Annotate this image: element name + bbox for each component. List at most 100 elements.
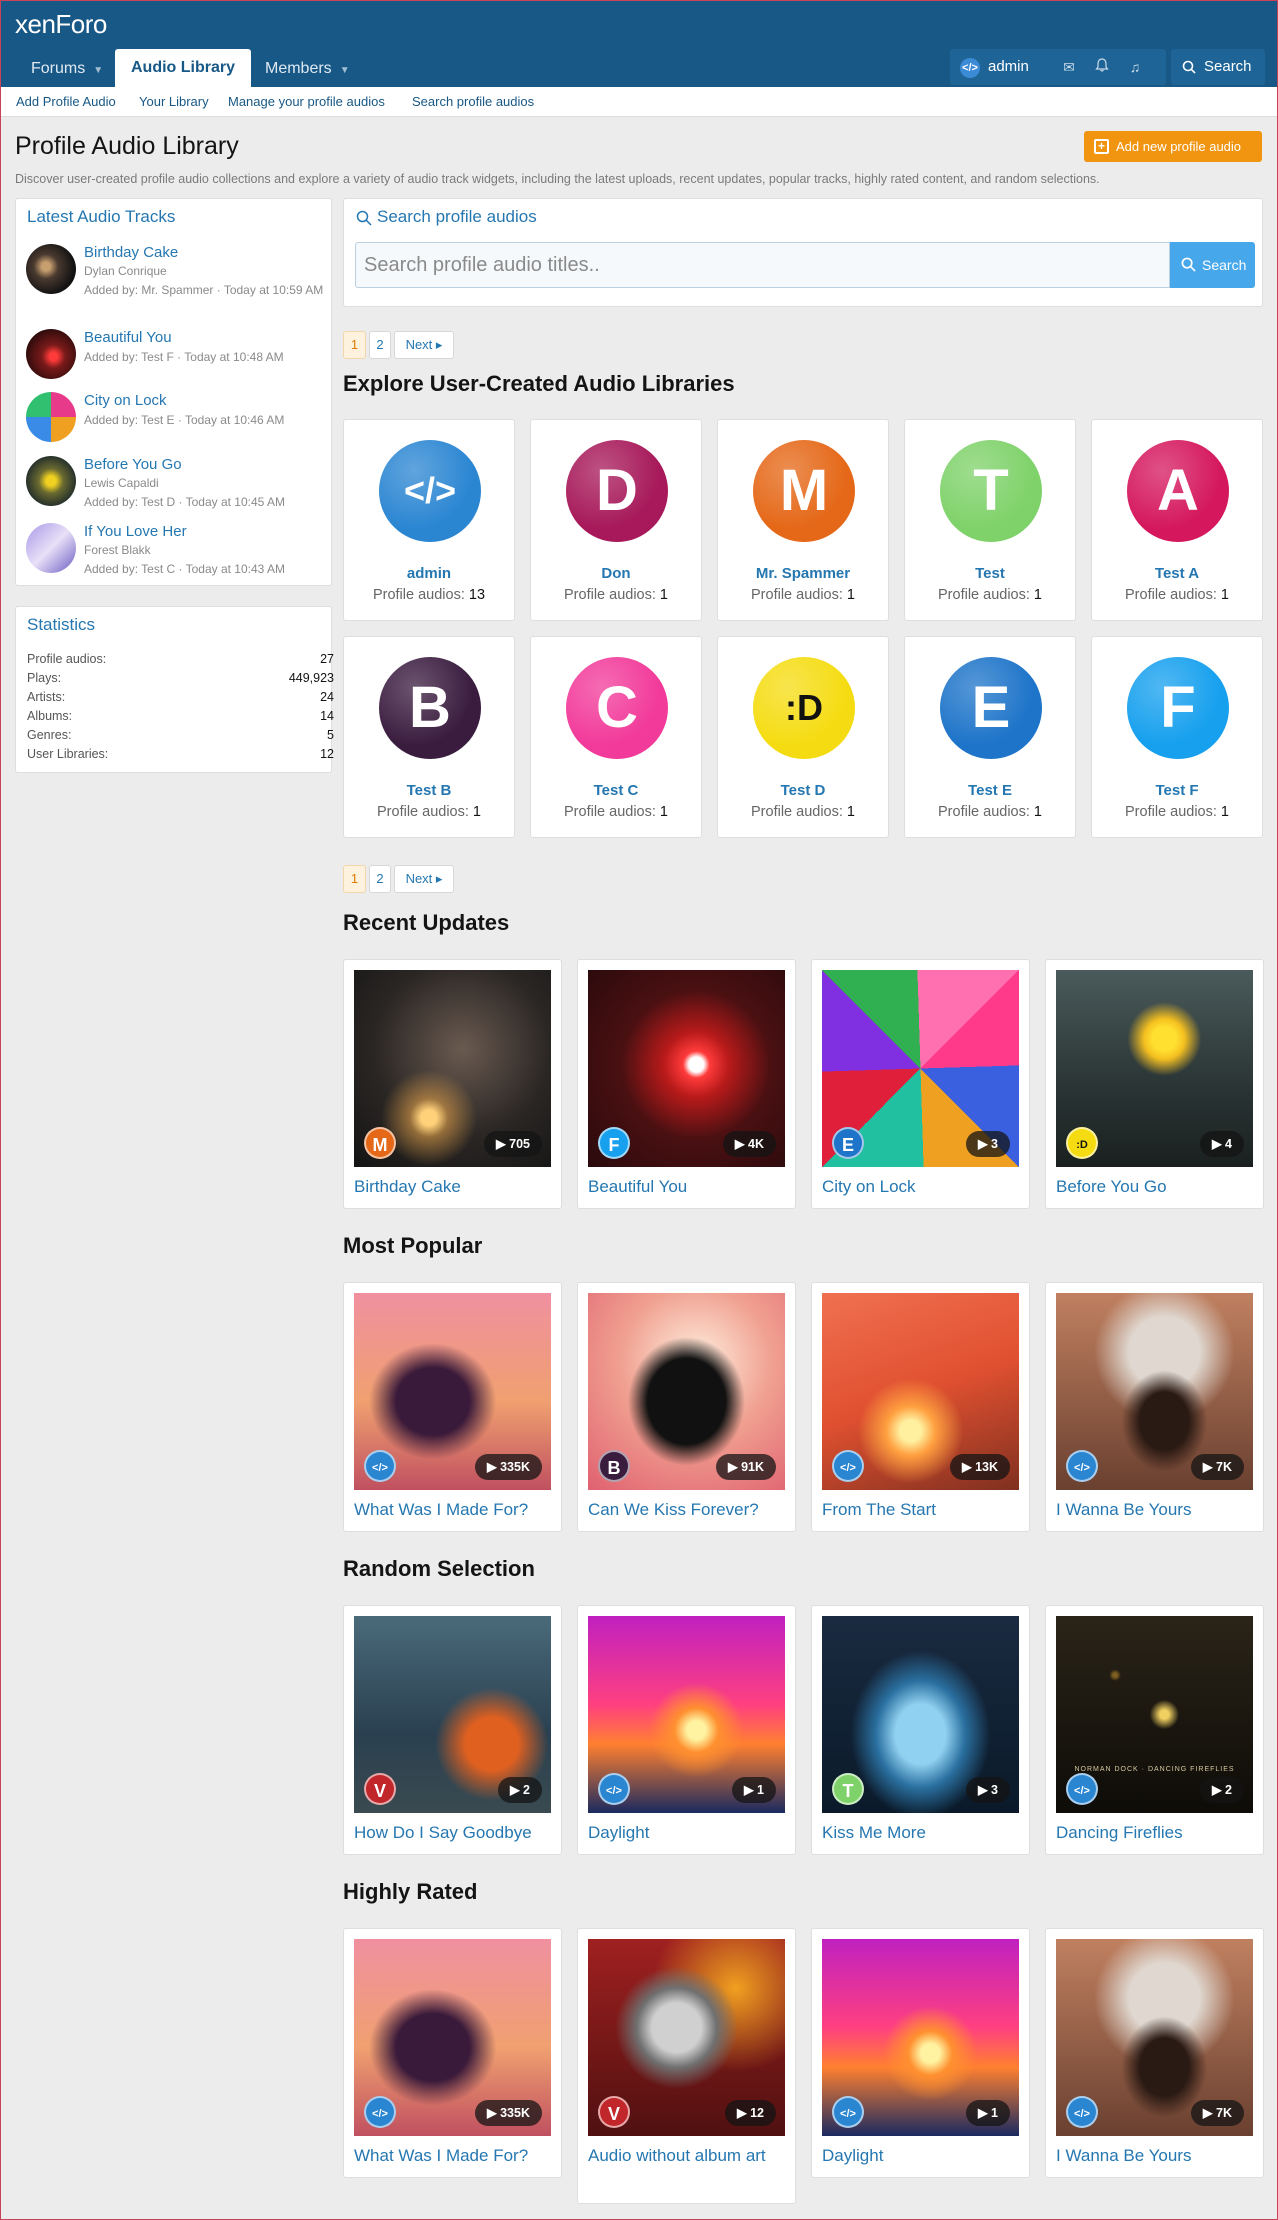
avatar[interactable]: F [1127, 657, 1229, 759]
audio-title[interactable]: From The Start [822, 1497, 1022, 1523]
audio-card[interactable]: B ▶ 91K Can We Kiss Forever? [577, 1282, 796, 1532]
audio-card[interactable]: F ▶ 4K Beautiful You [577, 959, 796, 1209]
audio-title[interactable]: Can We Kiss Forever? [588, 1497, 788, 1523]
audio-card[interactable]: </> ▶ 1 Daylight [811, 1928, 1030, 2178]
next-page-button[interactable]: Next ▸ [394, 865, 454, 893]
avatar[interactable]: A [1127, 440, 1229, 542]
uploader-avatar[interactable]: M [364, 1127, 396, 1159]
track-title[interactable]: Before You Go [84, 456, 182, 473]
audio-card[interactable]: </> ▶ 335K What Was I Made For? [343, 1282, 562, 1532]
audio-title[interactable]: How Do I Say Goodbye [354, 1820, 554, 1846]
subnav-your-library[interactable]: Your Library [139, 87, 209, 117]
page-2-button[interactable]: 2 [369, 865, 391, 893]
audio-title[interactable]: Audio without album art [588, 2143, 788, 2169]
audio-title[interactable]: Beautiful You [588, 1174, 788, 1200]
uploader-avatar[interactable]: </> [364, 2096, 396, 2128]
user-library-card[interactable]: C Test C Profile audios: 1 [530, 636, 702, 838]
audio-card[interactable]: M ▶ 705 Birthday Cake [343, 959, 562, 1209]
page-2-button[interactable]: 2 [369, 331, 391, 359]
album-art[interactable]: B ▶ 91K [588, 1293, 785, 1490]
track-thumbnail[interactable] [26, 523, 76, 573]
audio-card[interactable]: E ▶ 3 City on Lock [811, 959, 1030, 1209]
uploader-avatar[interactable]: </> [598, 1773, 630, 1805]
audio-title[interactable]: Kiss Me More [822, 1820, 1022, 1846]
chevron-down-icon[interactable]: ▼ [93, 65, 103, 76]
nav-tab-forums[interactable]: Forums ▼ [15, 51, 119, 87]
audio-title[interactable]: What Was I Made For? [354, 2143, 554, 2169]
track-thumbnail[interactable] [26, 329, 76, 379]
audio-card[interactable]: </> ▶ 7K I Wanna Be Yours [1045, 1928, 1264, 2178]
site-logo[interactable]: xenForo [15, 9, 107, 40]
user-name[interactable]: Test D [718, 782, 888, 799]
album-art[interactable]: NORMAN DOCK · DANCING FIREFLIES </> ▶ 2 [1056, 1616, 1253, 1813]
user-library-card[interactable]: B Test B Profile audios: 1 [343, 636, 515, 838]
audio-card[interactable]: </> ▶ 13K From The Start [811, 1282, 1030, 1532]
uploader-avatar[interactable]: T [832, 1773, 864, 1805]
user-name[interactable]: Test [905, 565, 1075, 582]
user-library-card[interactable]: E Test E Profile audios: 1 [904, 636, 1076, 838]
album-art[interactable]: </> ▶ 1 [822, 1939, 1019, 2136]
track-title[interactable]: Birthday Cake [84, 244, 178, 261]
subnav-manage-profile-audios[interactable]: Manage your profile audios [228, 87, 385, 117]
audio-title[interactable]: Daylight [822, 2143, 1022, 2169]
chevron-down-icon[interactable]: ▼ [340, 65, 350, 76]
uploader-avatar[interactable]: </> [364, 1450, 396, 1482]
avatar[interactable]: D [566, 440, 668, 542]
uploader-avatar[interactable]: </> [1066, 1773, 1098, 1805]
uploader-avatar[interactable]: </> [832, 1450, 864, 1482]
uploader-avatar[interactable]: V [364, 1773, 396, 1805]
add-profile-audio-button[interactable]: + Add new profile audio [1084, 131, 1262, 162]
audio-card[interactable]: T ▶ 3 Kiss Me More [811, 1605, 1030, 1855]
page-1-button[interactable]: 1 [343, 331, 366, 359]
next-page-button[interactable]: Next ▸ [394, 331, 454, 359]
track-title[interactable]: Beautiful You [84, 329, 172, 346]
user-library-card[interactable]: :D Test D Profile audios: 1 [717, 636, 889, 838]
track-thumbnail[interactable] [26, 244, 76, 294]
audio-card[interactable]: V ▶ 2 How Do I Say Goodbye [343, 1605, 562, 1855]
album-art[interactable]: E ▶ 3 [822, 970, 1019, 1167]
uploader-avatar[interactable]: B [598, 1450, 630, 1482]
uploader-avatar[interactable]: </> [1066, 1450, 1098, 1482]
album-art[interactable]: </> ▶ 13K [822, 1293, 1019, 1490]
album-art[interactable]: F ▶ 4K [588, 970, 785, 1167]
avatar[interactable]: T [940, 440, 1042, 542]
user-name[interactable]: Don [531, 565, 701, 582]
user-library-card[interactable]: D Don Profile audios: 1 [530, 419, 702, 621]
subnav-add-profile-audio[interactable]: Add Profile Audio [16, 87, 116, 117]
avatar[interactable]: </> [379, 440, 481, 542]
uploader-avatar[interactable]: </> [1066, 2096, 1098, 2128]
track-title[interactable]: If You Love Her [84, 523, 187, 540]
audio-card[interactable]: :D ▶ 4 Before You Go [1045, 959, 1264, 1209]
user-library-card[interactable]: M Mr. Spammer Profile audios: 1 [717, 419, 889, 621]
album-art[interactable]: :D ▶ 4 [1056, 970, 1253, 1167]
avatar[interactable]: :D [753, 657, 855, 759]
user-name[interactable]: Test C [531, 782, 701, 799]
audio-title[interactable]: City on Lock [822, 1174, 1022, 1200]
audio-card[interactable]: V ▶ 12 Audio without album art [577, 1928, 796, 2204]
user-name[interactable]: Test B [344, 782, 514, 799]
user-name[interactable]: admin [344, 565, 514, 582]
avatar[interactable]: E [940, 657, 1042, 759]
track-thumbnail[interactable] [26, 392, 76, 442]
username[interactable]: admin [988, 49, 1029, 85]
user-library-card[interactable]: T Test Profile audios: 1 [904, 419, 1076, 621]
audio-card[interactable]: </> ▶ 1 Daylight [577, 1605, 796, 1855]
album-art[interactable]: </> ▶ 335K [354, 1293, 551, 1490]
uploader-avatar[interactable]: V [598, 2096, 630, 2128]
user-name[interactable]: Test A [1092, 565, 1262, 582]
nav-tab-audio-library[interactable]: Audio Library [115, 49, 252, 87]
audio-card[interactable]: NORMAN DOCK · DANCING FIREFLIES </> ▶ 2 Dan… [1045, 1605, 1264, 1855]
subnav-search-profile-audios[interactable]: Search profile audios [412, 87, 534, 117]
search-block-title[interactable]: Search profile audios [377, 207, 537, 227]
audio-title[interactable]: Dancing Fireflies [1056, 1820, 1256, 1846]
album-art[interactable]: </> ▶ 335K [354, 1939, 551, 2136]
search-input[interactable]: Search profile audio titles.. [355, 242, 1170, 288]
mail-icon[interactable]: ✉ [1060, 58, 1078, 76]
nav-tab-members[interactable]: Members ▼ [249, 51, 366, 87]
user-library-card[interactable]: </> admin Profile audios: 13 [343, 419, 515, 621]
album-art[interactable]: V ▶ 2 [354, 1616, 551, 1813]
uploader-avatar[interactable]: F [598, 1127, 630, 1159]
avatar[interactable]: B [379, 657, 481, 759]
track-thumbnail[interactable] [26, 456, 76, 506]
album-art[interactable]: </> ▶ 7K [1056, 1293, 1253, 1490]
